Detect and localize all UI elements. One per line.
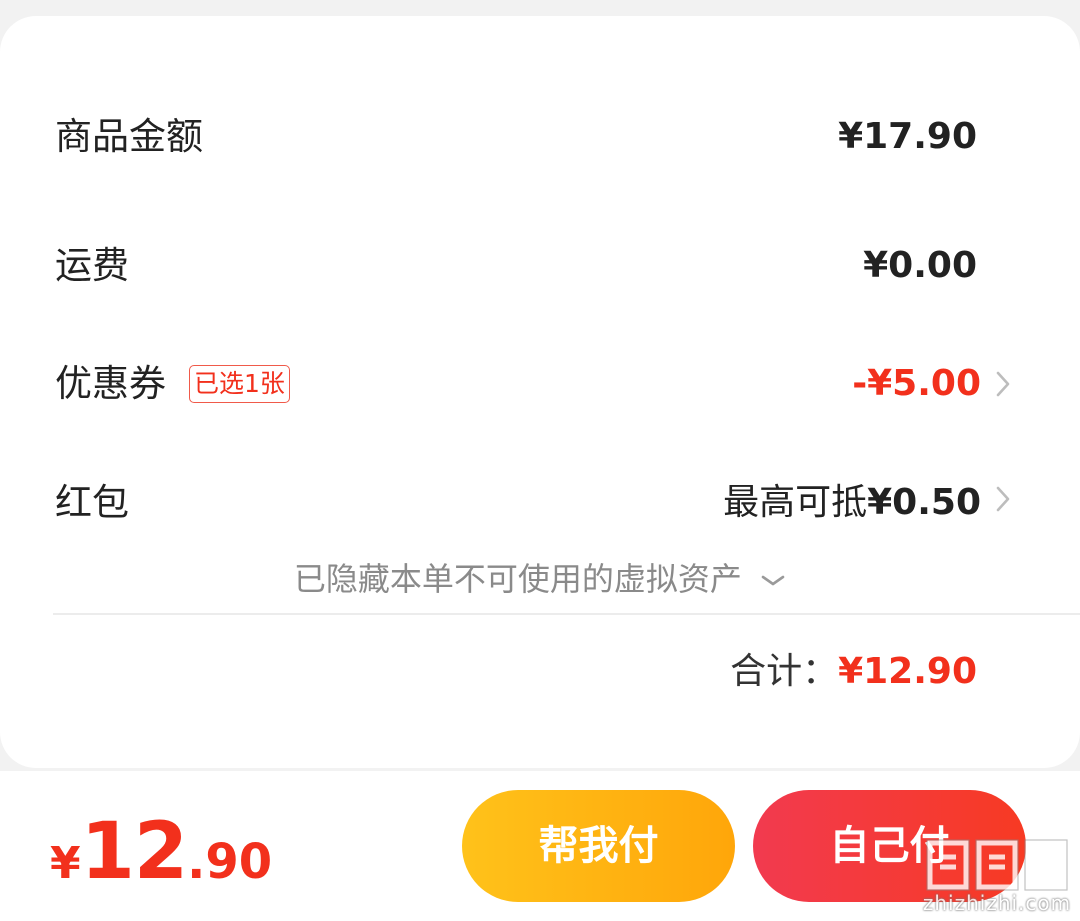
price-integer: 12	[80, 807, 189, 897]
goods-amount-label: 商品金额	[55, 115, 203, 158]
final-price: ¥12.90	[50, 807, 272, 897]
watermark: zhizhizhi.com	[922, 835, 1072, 915]
red-packet-row[interactable]: 红包 最高可抵¥0.50	[0, 468, 1080, 538]
chevron-down-icon	[761, 575, 785, 586]
divider	[53, 613, 1080, 615]
price-currency: ¥	[50, 838, 81, 889]
shipping-row: 运费 ¥0.00	[0, 231, 1080, 301]
zhi-logo-icon	[926, 839, 1068, 891]
chevron-right-icon[interactable]	[988, 369, 1018, 399]
chevron-right-icon[interactable]	[988, 484, 1018, 514]
hidden-assets-toggle[interactable]: 已隐藏本单不可使用的虚拟资产	[0, 556, 1080, 602]
hidden-assets-text: 已隐藏本单不可使用的虚拟资产	[293, 560, 742, 598]
total-row: 合计：¥12.90	[730, 642, 977, 702]
total-label: 合计：	[730, 651, 839, 692]
coupon-row[interactable]: 优惠券 已选1张 -¥5.00	[0, 349, 1080, 419]
checkout-bar: ¥12.90 帮我付 自己付 zhizhizhi.com	[0, 771, 1080, 921]
coupon-value: -¥5.00	[852, 363, 981, 404]
order-summary-card: 商品金额 ¥17.90 运费 ¥0.00 优惠券 已选1张 -¥5.00 红包 …	[0, 16, 1080, 768]
coupon-label: 优惠券	[55, 362, 166, 405]
goods-amount-row: 商品金额 ¥17.90	[0, 102, 1080, 172]
shipping-label: 运费	[55, 244, 129, 287]
price-decimal: .90	[187, 834, 273, 890]
red-packet-label: 红包	[55, 481, 129, 524]
red-packet-value: 最高可抵¥0.50	[723, 468, 981, 538]
watermark-text: zhizhizhi.com	[922, 891, 1072, 915]
goods-amount-value: ¥17.90	[838, 116, 977, 157]
total-value: ¥12.90	[838, 651, 977, 692]
shipping-value: ¥0.00	[863, 245, 977, 286]
red-packet-amount: ¥0.50	[867, 482, 981, 523]
red-packet-prefix: 最高可抵	[723, 482, 868, 523]
help-pay-button[interactable]: 帮我付	[462, 790, 735, 902]
coupon-selected-badge: 已选1张	[189, 365, 290, 403]
